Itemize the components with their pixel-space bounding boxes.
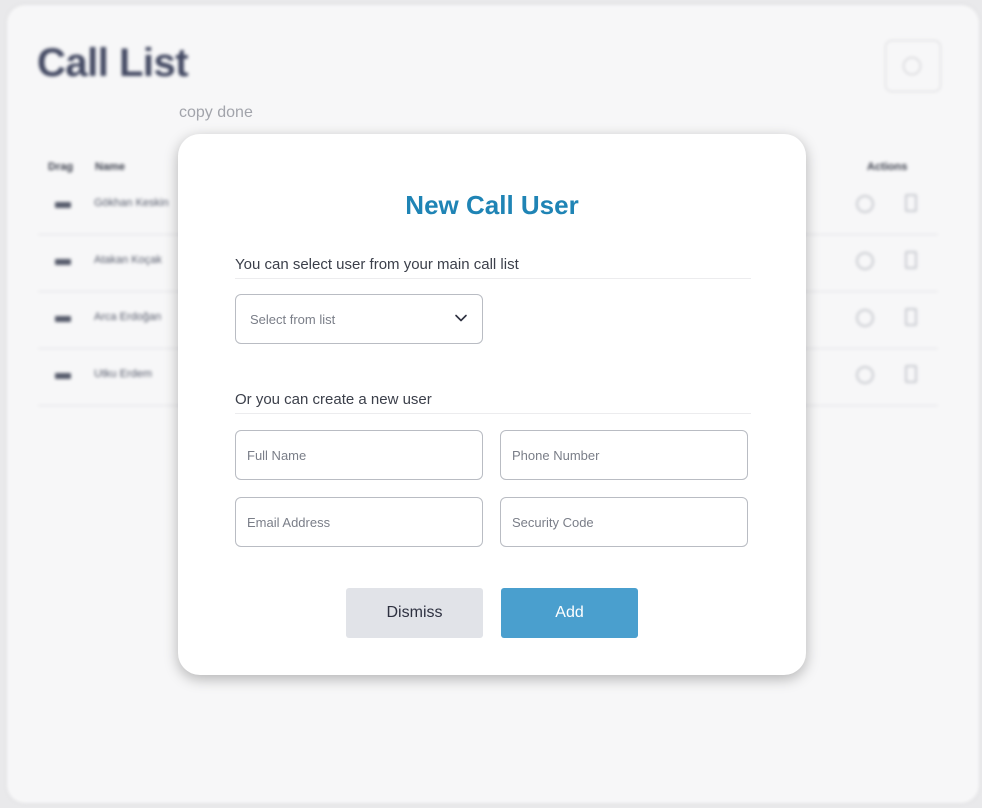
add-circle-icon — [903, 57, 921, 75]
create-section-label: Or you can create a new user — [235, 391, 751, 414]
drag-handle-icon[interactable] — [55, 316, 71, 322]
row-name: Atakan Koçak — [94, 254, 162, 266]
phone-number-input[interactable] — [501, 431, 732, 479]
modal-title: New Call User — [405, 190, 579, 220]
full-name-field — [235, 430, 483, 480]
select-section-label: You can select user from your main call … — [235, 256, 751, 279]
edit-icon[interactable] — [856, 252, 874, 270]
drag-handle-icon[interactable] — [55, 259, 71, 265]
new-call-user-modal: New Call User You can select user from y… — [178, 134, 806, 675]
full-name-input[interactable] — [236, 431, 467, 479]
trash-icon[interactable] — [905, 194, 917, 212]
row-name: Arca Erdoğan — [94, 311, 162, 323]
chevron-down-icon — [455, 314, 467, 322]
drag-handle-icon[interactable] — [55, 373, 71, 379]
email-address-input[interactable] — [236, 498, 467, 546]
column-header-name: Name — [95, 161, 125, 173]
trash-icon[interactable] — [905, 251, 917, 269]
select-placeholder: Select from list — [250, 312, 336, 327]
column-header-drag: Drag — [48, 161, 74, 173]
security-code-field — [500, 497, 748, 547]
email-address-field — [235, 497, 483, 547]
dismiss-button[interactable]: Dismiss — [346, 588, 483, 638]
edit-icon[interactable] — [856, 309, 874, 327]
trash-icon[interactable] — [905, 365, 917, 383]
phone-number-field — [500, 430, 748, 480]
edit-icon[interactable] — [856, 195, 874, 213]
column-header-actions: Actions — [867, 161, 908, 173]
drag-handle-icon[interactable] — [55, 202, 71, 208]
security-code-input[interactable] — [501, 498, 732, 546]
row-name: Utku Erdem — [94, 368, 153, 380]
edit-icon[interactable] — [856, 366, 874, 384]
trash-icon[interactable] — [905, 308, 917, 326]
add-call-user-button[interactable] — [885, 40, 941, 92]
row-name: Gökhan Keskin — [94, 197, 169, 209]
add-button[interactable]: Add — [501, 588, 638, 638]
select-user-dropdown[interactable]: Select from list — [235, 294, 483, 344]
copy-done-toast: copy done — [179, 104, 253, 121]
page-title: Call List — [37, 41, 189, 85]
